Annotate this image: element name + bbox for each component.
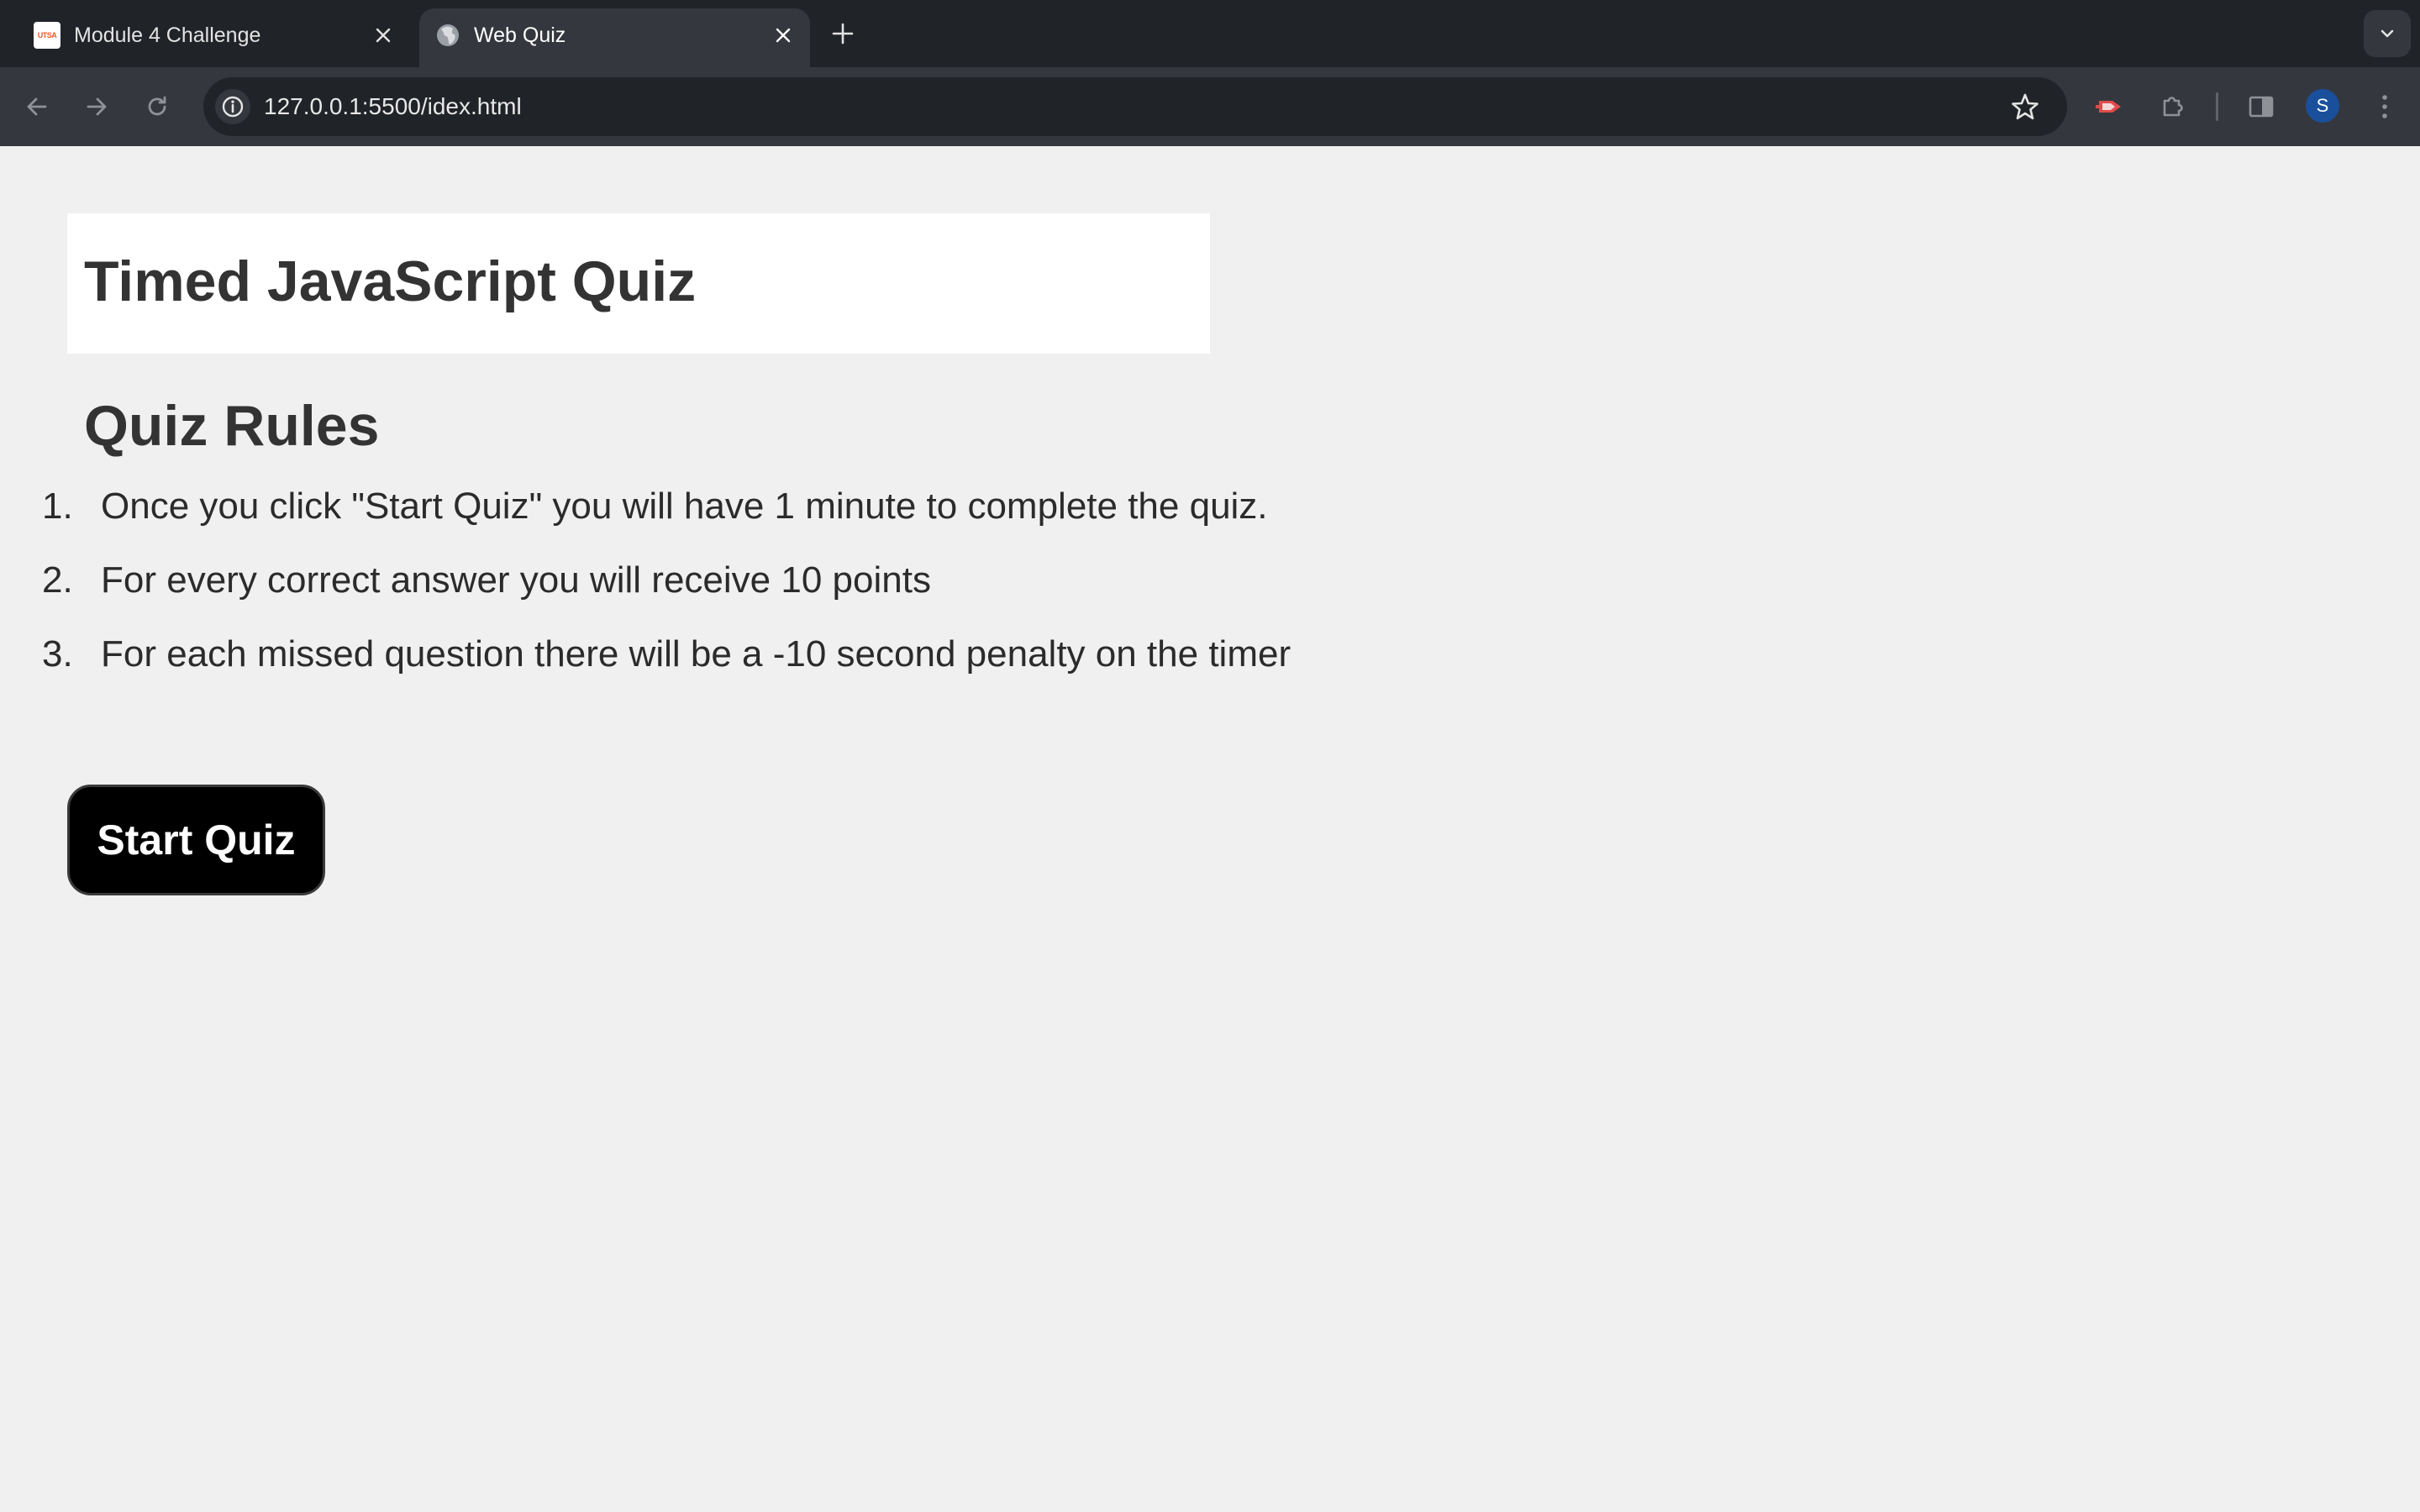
star-icon[interactable] <box>2010 92 2040 122</box>
toolbar-divider <box>2216 92 2218 121</box>
browser-window: UTSA Module 4 Challenge Web Quiz 127.0.0… <box>0 0 2420 1512</box>
address-bar[interactable]: 127.0.0.1:5500/idex.html <box>203 77 2067 136</box>
arrow-right-icon <box>87 97 107 116</box>
forward-button[interactable] <box>76 87 117 127</box>
rules-heading: Quiz Rules <box>84 394 380 458</box>
info-icon[interactable] <box>215 89 250 124</box>
rule-text: Once you click "Start Quiz" you will hav… <box>101 486 1268 527</box>
list-number: 3. <box>42 633 73 675</box>
tab-module-4-challenge[interactable]: UTSA Module 4 Challenge <box>15 8 410 67</box>
page-header: Timed JavaScript Quiz <box>67 213 1210 354</box>
reload-button[interactable] <box>137 87 177 127</box>
puzzle-icon <box>2163 97 2183 117</box>
rule-text: For every correct answer you will receiv… <box>101 559 931 601</box>
reload-icon <box>148 96 166 116</box>
tab-title: Web Quiz <box>474 24 566 47</box>
arrow-left-icon <box>27 97 47 116</box>
plus-icon <box>832 23 854 45</box>
rule-text: For each missed question there will be a… <box>101 633 1292 675</box>
start-quiz-button[interactable]: Start Quiz <box>67 785 325 895</box>
extension-button[interactable] <box>2089 87 2129 127</box>
page-content: Timed JavaScript Quiz Quiz Rules 1. Once… <box>0 146 2420 1512</box>
list-number: 2. <box>42 559 73 601</box>
side-panel-button[interactable] <box>2241 87 2281 127</box>
more-vertical-icon <box>2382 95 2387 118</box>
extensions-button[interactable] <box>2152 87 2192 127</box>
back-button[interactable] <box>17 87 57 127</box>
close-icon[interactable] <box>371 23 396 48</box>
tab-search-button[interactable] <box>2364 10 2411 57</box>
tab-web-quiz[interactable]: Web Quiz <box>419 8 810 67</box>
tab-title: Module 4 Challenge <box>74 24 261 47</box>
utsa-logo-text: UTSA <box>37 31 57 39</box>
new-tab-button[interactable] <box>828 18 858 49</box>
close-icon[interactable] <box>771 23 796 48</box>
tab-strip: UTSA Module 4 Challenge Web Quiz <box>0 0 2420 67</box>
avatar[interactable]: S <box>2306 89 2339 123</box>
side-panel-icon <box>2249 96 2274 118</box>
list-number: 1. <box>42 486 73 527</box>
page-title: Timed JavaScript Quiz <box>84 249 697 313</box>
globe-icon <box>434 22 461 49</box>
chevron-down-icon <box>2381 29 2394 38</box>
menu-button[interactable] <box>2365 87 2405 127</box>
url-text[interactable]: 127.0.0.1:5500/idex.html <box>264 93 522 120</box>
utsa-icon: UTSA <box>34 22 60 49</box>
browser-toolbar: 127.0.0.1:5500/idex.html S <box>0 67 2420 146</box>
extension-logo-icon <box>2096 101 2121 113</box>
